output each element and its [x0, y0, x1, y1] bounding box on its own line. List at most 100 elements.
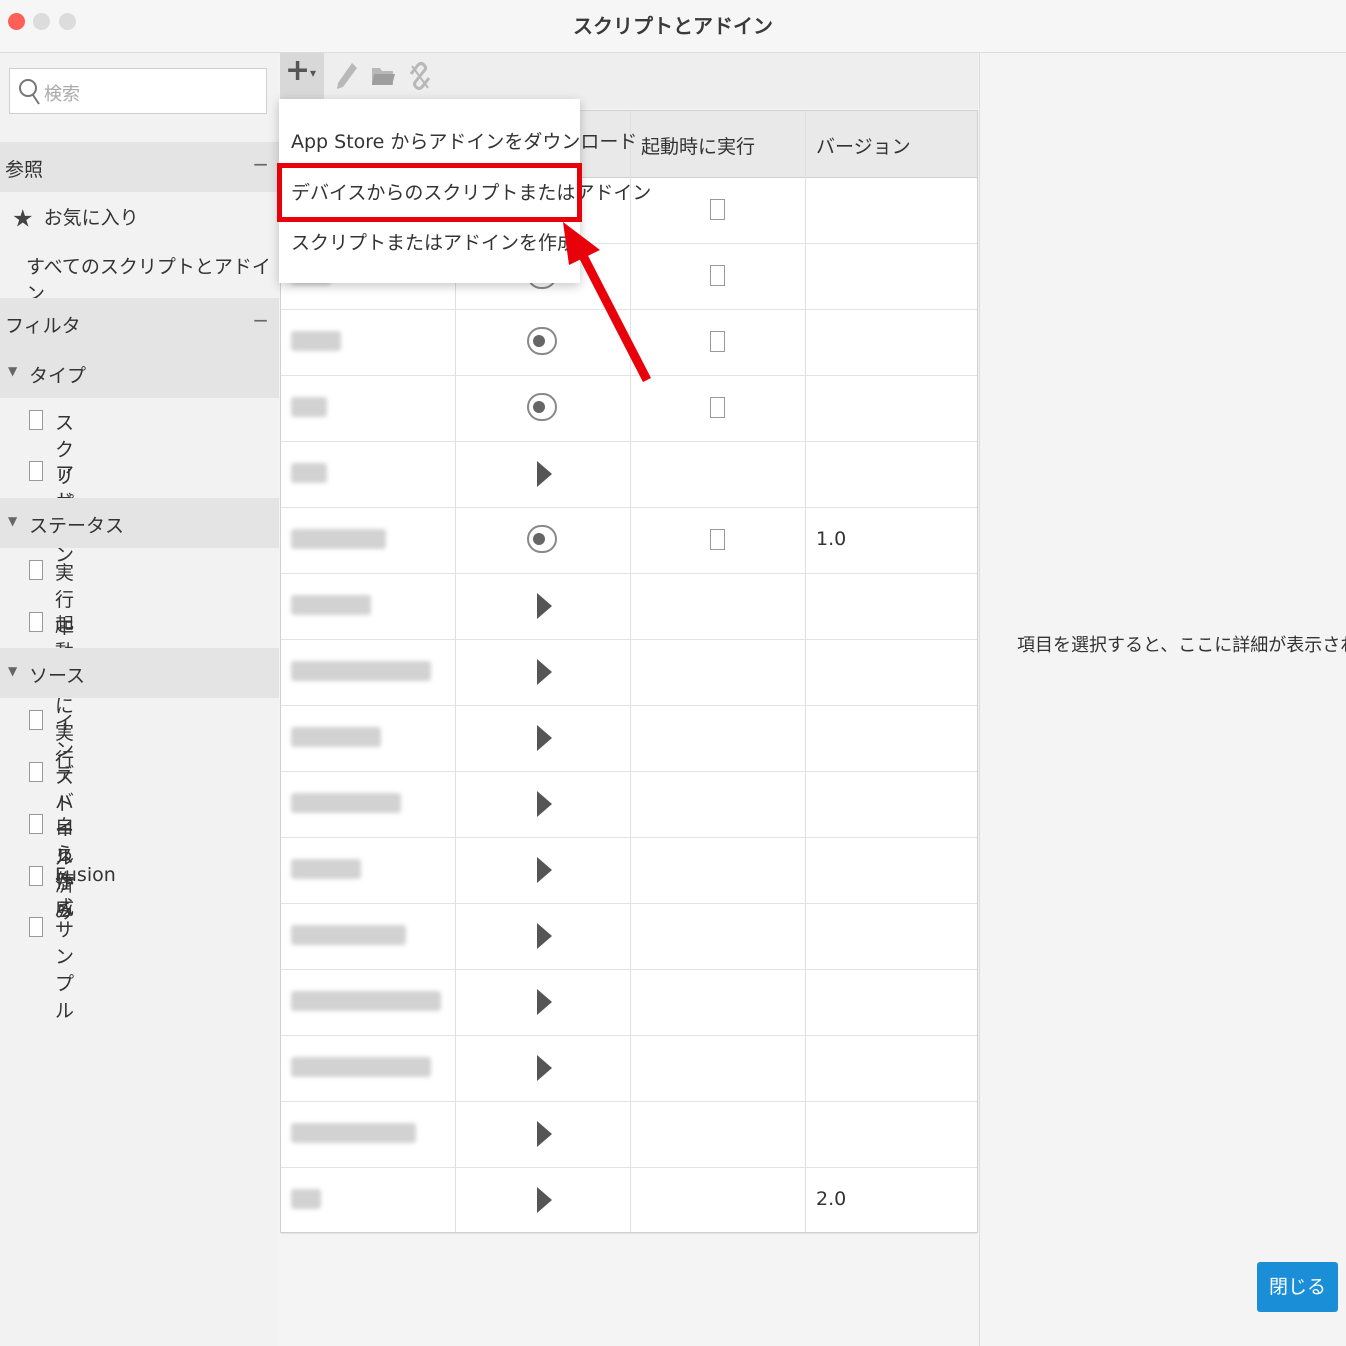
blurred-name-cell — [291, 463, 327, 483]
details-placeholder: 項目を選択すると、ここに詳細が表示されます — [1017, 635, 1346, 656]
blurred-name-cell — [291, 991, 441, 1011]
run-on-startup-checkbox[interactable] — [710, 529, 725, 550]
details-panel: 項目を選択すると、ここに詳細が表示されます — [979, 53, 1346, 1346]
unlink-icon[interactable] — [407, 60, 433, 92]
play-icon[interactable] — [537, 989, 552, 1015]
table-row[interactable] — [281, 1101, 977, 1168]
disclosure-triangle-icon: ▼ — [8, 664, 18, 678]
menu-item-download-app-store[interactable]: App Store からアドインをダウンロード — [291, 127, 637, 154]
run-toggle[interactable] — [527, 525, 557, 553]
menu-item-create[interactable]: スクリプトまたはアドインを作成 — [291, 228, 576, 255]
run-toggle[interactable] — [527, 393, 557, 421]
blurred-name-cell — [291, 397, 327, 417]
sidebar-item-label: お気に入り — [43, 207, 139, 229]
play-icon[interactable] — [537, 725, 552, 751]
run-toggle[interactable] — [527, 327, 557, 355]
table-row[interactable] — [281, 837, 977, 904]
filter-installed[interactable]: インストール済み — [29, 708, 74, 923]
table-row[interactable] — [281, 441, 977, 508]
filter-group-label: ステータス — [29, 515, 125, 537]
filter-sample[interactable]: サンプル — [29, 915, 74, 1022]
filter-group-label: タイプ — [29, 365, 87, 387]
blurred-name-cell — [291, 925, 406, 945]
section-filter[interactable]: フィルタ − — [0, 298, 279, 348]
table-row[interactable] — [281, 573, 977, 640]
filter-group-label: ソース — [29, 665, 86, 687]
blurred-name-cell — [291, 1057, 431, 1077]
plus-icon: + — [285, 53, 311, 88]
blurred-name-cell — [291, 661, 431, 681]
column-divider — [805, 111, 806, 1232]
table-row[interactable]: 1.0 — [281, 507, 977, 574]
search-icon — [19, 79, 40, 105]
search-placeholder: 検索 — [44, 84, 80, 105]
blurred-name-cell — [291, 595, 371, 615]
checkbox[interactable] — [29, 559, 43, 580]
search-input[interactable]: 検索 — [9, 68, 267, 114]
section-reference[interactable]: 参照 − — [0, 142, 279, 192]
chevron-down-icon: ▾ — [310, 66, 317, 80]
section-filter-label: フィルタ — [5, 315, 81, 337]
filter-self-created[interactable]: 自ら作成 — [29, 812, 74, 919]
filter-group-status[interactable]: ▼ ステータス — [0, 498, 279, 548]
disclosure-triangle-icon: ▼ — [8, 364, 18, 378]
title-bar: スクリプトとアドイン — [0, 0, 1346, 53]
column-header-version[interactable]: バージョン — [816, 132, 911, 159]
checkbox[interactable] — [29, 460, 43, 481]
run-on-startup-checkbox[interactable] — [710, 331, 725, 352]
filter-running[interactable]: 実行中 — [29, 558, 74, 638]
table-row[interactable]: 2.0 — [281, 1167, 977, 1234]
run-on-startup-checkbox[interactable] — [710, 199, 725, 220]
run-on-startup-checkbox[interactable] — [710, 397, 725, 418]
blurred-name-cell — [291, 793, 401, 813]
checkbox[interactable] — [29, 916, 43, 937]
play-icon[interactable] — [537, 1055, 552, 1081]
filter-group-type[interactable]: ▼ タイプ — [0, 348, 279, 398]
play-icon[interactable] — [537, 659, 552, 685]
play-icon[interactable] — [537, 857, 552, 883]
checkbox[interactable] — [29, 709, 43, 730]
checkbox[interactable] — [29, 761, 43, 782]
table-row[interactable] — [281, 771, 977, 838]
table-row[interactable] — [281, 903, 977, 970]
checkbox[interactable] — [29, 813, 43, 834]
filter-from-device[interactable]: デバイスから — [29, 760, 74, 921]
annotation-highlight-box — [277, 163, 582, 222]
checkbox[interactable] — [29, 611, 43, 632]
table-row[interactable] — [281, 1035, 977, 1102]
table-row[interactable] — [281, 705, 977, 772]
annotation-arrow-icon — [563, 222, 652, 383]
collapse-filter-button[interactable]: − — [252, 308, 269, 332]
filter-label: Fusion — [55, 864, 116, 886]
checkbox[interactable] — [29, 865, 43, 886]
checkbox[interactable] — [29, 409, 43, 430]
play-icon[interactable] — [537, 593, 552, 619]
play-icon[interactable] — [537, 923, 552, 949]
play-icon[interactable] — [537, 461, 552, 487]
add-button[interactable]: + ▾ — [280, 53, 324, 99]
run-on-startup-checkbox[interactable] — [710, 265, 725, 286]
column-header-startup[interactable]: 起動時に実行 — [641, 132, 755, 159]
sidebar-item-favorites[interactable]: ★ お気に入り — [12, 203, 139, 233]
table-row[interactable] — [281, 639, 977, 706]
filter-group-source[interactable]: ▼ ソース — [0, 648, 279, 698]
filter-fusion[interactable]: Fusion — [29, 864, 116, 894]
filter-run-on-startup[interactable]: 起動時に実行 — [29, 610, 74, 771]
filter-script[interactable]: スクリプト — [29, 408, 74, 542]
folder-icon[interactable] — [370, 63, 396, 89]
table-row[interactable] — [281, 969, 977, 1036]
play-icon[interactable] — [537, 1121, 552, 1147]
star-icon: ★ — [12, 204, 34, 233]
filter-addin[interactable]: アドイン — [29, 459, 74, 566]
blurred-name-cell — [291, 1189, 321, 1209]
blurred-name-cell — [291, 727, 381, 747]
close-button[interactable]: 閉じる — [1257, 1262, 1338, 1312]
collapse-reference-button[interactable]: − — [252, 152, 269, 176]
blurred-name-cell — [291, 1123, 416, 1143]
edit-pencil-icon[interactable] — [334, 60, 360, 92]
play-icon[interactable] — [537, 1187, 552, 1213]
version-cell: 1.0 — [816, 528, 847, 550]
window-title: スクリプトとアドイン — [573, 14, 773, 38]
version-cell: 2.0 — [816, 1188, 847, 1210]
play-icon[interactable] — [537, 791, 552, 817]
